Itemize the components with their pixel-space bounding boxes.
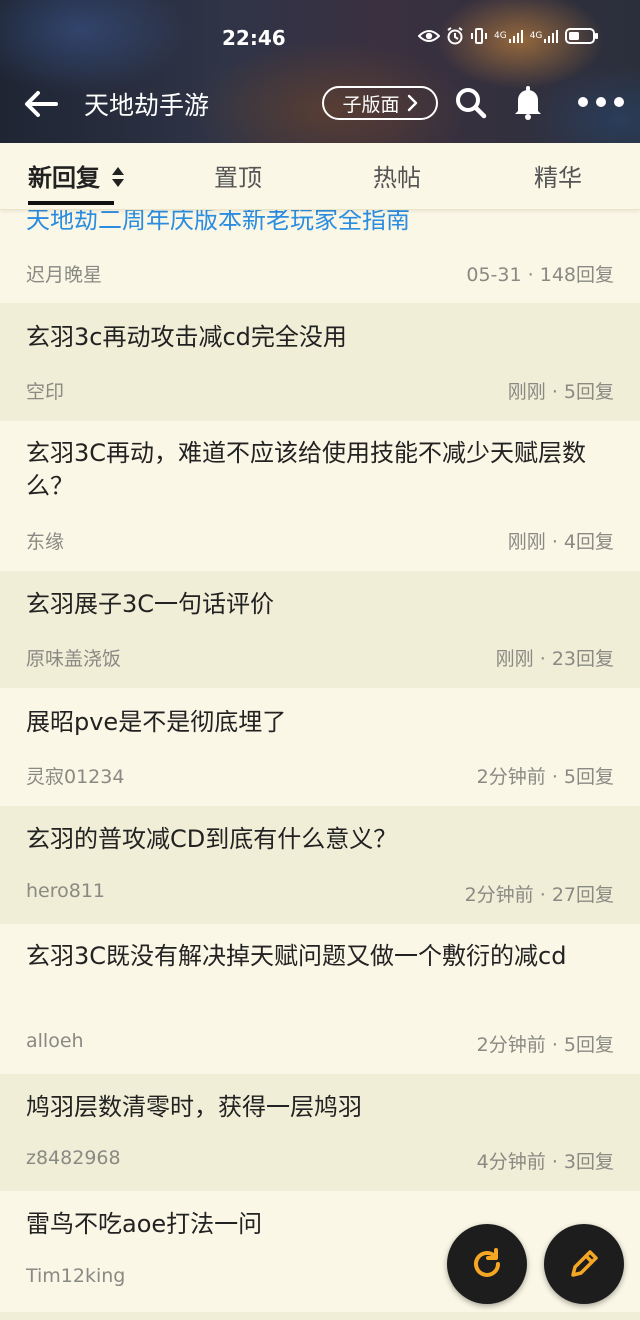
pencil-icon xyxy=(571,1250,598,1277)
post-title[interactable]: 展昭pve是不是彻底埋了 xyxy=(26,688,614,739)
post-meta: 迟月晚星 05-31 · 148回复 xyxy=(26,264,614,286)
post-time: 刚刚 xyxy=(507,381,546,403)
list-item[interactable]: 玄羽展子3C一句话评价 原味盖浇饭 刚刚 · 23回复 xyxy=(0,571,640,688)
post-author: 原味盖浇饭 xyxy=(26,648,122,670)
forum-title: 天地劫手游 xyxy=(84,91,210,120)
post-meta: hero811 2分钟前 · 27回复 xyxy=(26,880,614,906)
active-tab-indicator xyxy=(28,201,114,205)
list-item[interactable]: 展昭pve是不是彻底埋了 灵寂01234 2分钟前 · 5回复 xyxy=(0,688,640,806)
post-meta: 空印 刚刚 · 5回复 xyxy=(26,381,614,403)
more-icon xyxy=(578,97,624,107)
post-replies: 148回复 xyxy=(539,264,614,286)
post-title[interactable]: 玄羽的普攻减CD到底有什么意义？ xyxy=(26,806,614,856)
list-item[interactable]: 玄羽的普攻减CD到底有什么意义？ hero811 2分钟前 · 27回复 xyxy=(0,806,640,924)
post-author: 东缘 xyxy=(26,531,65,553)
status-time: 22:46 xyxy=(222,26,286,50)
header: 22:46 4G 4G 天地劫手游 子版面 xyxy=(0,0,640,143)
more-button[interactable] xyxy=(576,82,626,122)
post-time: 2分钟前 xyxy=(464,884,534,906)
post-author: 灵寂01234 xyxy=(26,766,125,788)
tab-featured[interactable]: 精华 xyxy=(534,158,582,193)
divider xyxy=(0,1312,640,1320)
post-meta: z8482968 4分钟前 · 3回复 xyxy=(26,1147,614,1173)
post-author: Tim12king xyxy=(26,1265,126,1287)
list-item[interactable]: 天地劫二周年庆版本新老玩家全指南 迟月晚星 05-31 · 148回复 xyxy=(0,209,640,303)
post-list: 天地劫二周年庆版本新老玩家全指南 迟月晚星 05-31 · 148回复 玄羽3c… xyxy=(0,209,640,1320)
bell-icon xyxy=(515,86,541,120)
post-meta: 灵寂01234 2分钟前 · 5回复 xyxy=(26,766,614,788)
search-button[interactable] xyxy=(450,82,490,122)
search-icon xyxy=(456,88,487,119)
post-time: 2分钟前 xyxy=(476,766,546,788)
post-author: alloeh xyxy=(26,1030,84,1052)
post-replies: 5回复 xyxy=(563,766,614,788)
post-time: 刚刚 xyxy=(495,648,534,670)
post-title[interactable]: 玄羽3C再动，难道不应该给使用技能不减少天赋层数么？ xyxy=(26,421,614,503)
post-meta: 原味盖浇饭 刚刚 · 23回复 xyxy=(26,648,614,670)
post-meta: alloeh 2分钟前 · 5回复 xyxy=(26,1030,614,1056)
post-replies: 5回复 xyxy=(563,381,614,403)
post-author: 空印 xyxy=(26,381,65,403)
subboard-label: 子版面 xyxy=(342,93,400,116)
post-author: z8482968 xyxy=(26,1147,121,1169)
list-item[interactable]: 鸠羽层数清零时，获得一层鸠羽 z8482968 4分钟前 · 3回复 xyxy=(0,1074,640,1191)
vibrate-icon xyxy=(470,26,488,46)
post-title[interactable]: 玄羽3C既没有解决掉天赋问题又做一个敷衍的减cd xyxy=(26,924,614,973)
refresh-icon xyxy=(474,1248,500,1277)
post-author: hero811 xyxy=(26,880,106,902)
eye-icon xyxy=(418,26,440,46)
title-bar: 天地劫手游 子版面 xyxy=(0,76,640,130)
post-title[interactable]: 玄羽3c再动攻击减cd完全没用 xyxy=(26,303,614,354)
post-time: 4分钟前 xyxy=(476,1151,546,1173)
post-replies: 23回复 xyxy=(551,648,614,670)
post-title[interactable]: 雷鸟不吃aoe打法一问 xyxy=(26,1191,614,1241)
list-item[interactable]: 玄羽3c再动攻击减cd完全没用 空印 刚刚 · 5回复 xyxy=(0,303,640,421)
post-meta: 东缘 刚刚 · 4回复 xyxy=(26,531,614,553)
post-time: 2分钟前 xyxy=(476,1034,546,1056)
tab-hot[interactable]: 热帖 xyxy=(373,158,421,193)
tab-bar: 新回复 置顶 热帖 精华 xyxy=(0,143,640,210)
new-post-button[interactable] xyxy=(544,1224,624,1304)
post-replies: 3回复 xyxy=(563,1151,614,1173)
tab-new-replies[interactable]: 新回复 xyxy=(28,158,125,193)
post-title[interactable]: 玄羽展子3C一句话评价 xyxy=(26,571,614,621)
battery-icon xyxy=(565,26,599,46)
post-replies: 5回复 xyxy=(563,1034,614,1056)
signal-icon-2: 4G xyxy=(530,26,560,46)
post-replies: 4回复 xyxy=(563,531,614,553)
post-replies: 27回复 xyxy=(551,884,614,906)
post-title[interactable]: 天地劫二周年庆版本新老玩家全指南 xyxy=(26,209,614,237)
post-author: 迟月晚星 xyxy=(26,264,103,286)
signal-icon-1: 4G xyxy=(494,26,524,46)
status-bar: 22:46 4G 4G xyxy=(0,22,640,52)
post-time: 05-31 xyxy=(466,264,522,286)
list-item[interactable]: 玄羽3C既没有解决掉天赋问题又做一个敷衍的减cd alloeh 2分钟前 · 5… xyxy=(0,924,640,1074)
back-arrow-icon[interactable] xyxy=(20,84,60,124)
notification-button[interactable] xyxy=(508,82,548,122)
tab-pinned[interactable]: 置顶 xyxy=(214,158,262,193)
post-time: 刚刚 xyxy=(507,531,546,553)
list-item[interactable]: 玄羽3C再动，难道不应该给使用技能不减少天赋层数么？ 东缘 刚刚 · 4回复 xyxy=(0,421,640,571)
refresh-button[interactable] xyxy=(447,1224,527,1304)
subboard-button[interactable]: 子版面 xyxy=(322,86,438,120)
alarm-icon xyxy=(446,26,464,46)
post-title[interactable]: 鸠羽层数清零时，获得一层鸠羽 xyxy=(26,1074,614,1124)
sort-icon xyxy=(112,167,125,187)
chevron-right-icon xyxy=(407,94,417,112)
